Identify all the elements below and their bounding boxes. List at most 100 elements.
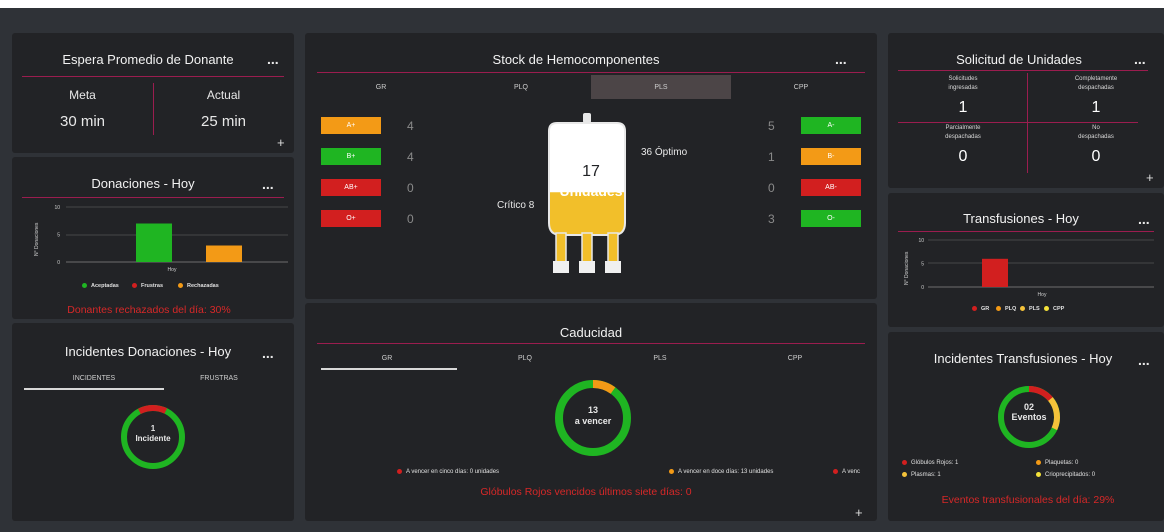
critico-text: Crítico 8: [497, 200, 534, 211]
incidentes-transfusiones-menu-icon[interactable]: ...: [1138, 352, 1150, 368]
critico-label: Crítico: [497, 200, 526, 211]
stock-title-line: [317, 72, 865, 73]
transfusiones-title: Transfusiones - Hoy: [963, 211, 1079, 226]
don-legend-dot: [82, 283, 87, 289]
blood-type-pill-abpos[interactable]: AB+: [321, 179, 381, 196]
solicitud-title-line: [898, 70, 1148, 71]
espera-menu-icon[interactable]: ...: [267, 51, 279, 67]
transfusiones-chart: N° Donaciones 10 5 0 Hoy: [904, 238, 1154, 298]
optimo-text: 36 Óptimo: [641, 147, 687, 158]
tr-legend-dot: [1044, 306, 1049, 312]
tr-legend-gr[interactable]: GR: [972, 306, 989, 312]
cad-tab-cpp[interactable]: CPP: [725, 355, 865, 362]
sol-cell2-line1: Completamente: [1074, 76, 1118, 82]
it-legend-pls-dot: [902, 472, 907, 477]
cad-tab-pls[interactable]: PLS: [590, 355, 730, 362]
caducidad-expand-icon[interactable]: +: [855, 505, 863, 520]
donaciones-ylabel: N° Donaciones: [34, 222, 40, 256]
sol-cell4-line2: despachadas: [1078, 134, 1114, 140]
blood-type-pill-bneg[interactable]: B-: [801, 148, 861, 165]
tr-legend-plq[interactable]: PLQ: [996, 306, 1016, 312]
blood-type-pill-apos[interactable]: A+: [321, 117, 381, 134]
actual-label: Actual: [206, 88, 241, 102]
transfusiones-menu-icon[interactable]: ...: [1138, 211, 1150, 227]
critico-value: 8: [528, 200, 535, 211]
blood-type-pill-bpos[interactable]: B+: [321, 148, 381, 165]
sol-cell3-line2: despachadas: [945, 134, 981, 140]
blood-type-pill-opos[interactable]: O+: [321, 210, 381, 227]
tr-legend-label: CPP: [1053, 306, 1065, 312]
cad-tab-gr[interactable]: GR: [317, 355, 457, 362]
blood-type-count: 0: [768, 181, 775, 195]
it-donut-label: Eventos: [1011, 412, 1047, 422]
donaciones-menu-icon[interactable]: ...: [262, 176, 274, 192]
don-legend-dot: [178, 283, 183, 289]
don-bar-rechazadas: [206, 245, 242, 262]
bag-cap-3: [605, 261, 621, 273]
incidentes-donut-label: Incidente: [135, 434, 171, 443]
don-ytick-0: 0: [57, 260, 60, 266]
stock-tab-cpp[interactable]: CPP: [731, 84, 871, 91]
tr-ytick-0: 0: [921, 285, 924, 291]
espera-expand-icon[interactable]: +: [277, 135, 285, 150]
tr-legend-dot: [1020, 306, 1025, 312]
caducidad-note: Glóbulos Rojos vencidos últimos siete dí…: [480, 486, 692, 498]
sol-cell2-line2: despachadas: [1078, 85, 1114, 91]
stock-tab-plq[interactable]: PLQ: [451, 84, 591, 91]
transfusiones-card: Transfusiones - Hoy ... N° Donaciones 10…: [888, 193, 1164, 327]
cad-legend-12d-dot: [669, 469, 674, 474]
caducidad-title-line: [317, 343, 865, 344]
blood-type-pill-abneg[interactable]: AB-: [801, 179, 861, 196]
blood-type-pill-oneg[interactable]: O-: [801, 210, 861, 227]
bag-label: Unidades: [559, 183, 623, 199]
bag-tube-2: [581, 232, 593, 264]
bag-cap-1: [553, 261, 569, 273]
sol-cell1-label: Solicitudes ingresadas: [898, 75, 1028, 93]
solicitud-expand-icon[interactable]: +: [1146, 170, 1154, 185]
don-legend-label: Aceptadas: [91, 283, 119, 289]
tab-incidentes[interactable]: INCIDENTES: [24, 375, 164, 382]
cad-legend-more-label: A venc: [842, 469, 861, 476]
caducidad-donut-number: 13: [587, 405, 598, 415]
incidentes-transfusiones-card: Incidentes Transfusiones - Hoy ... 02 Ev…: [888, 332, 1164, 521]
tr-legend-cpp[interactable]: CPP: [1044, 306, 1064, 312]
donaciones-chart: N° Donaciones 10 5 0 Hoy: [34, 205, 288, 273]
donaciones-note: Donantes rechazados del día: 30%: [67, 304, 231, 316]
don-legend-aceptadas[interactable]: Aceptadas: [82, 283, 119, 289]
caducidad-title: Caducidad: [559, 325, 623, 340]
sol-cell4-value: 0: [1091, 148, 1101, 165]
stock-tab-gr[interactable]: GR: [311, 84, 451, 91]
transfusiones-xlabel: Hoy: [1038, 292, 1047, 298]
blood-type-count: 0: [407, 212, 414, 226]
don-legend-rechazadas[interactable]: Rechazadas: [178, 283, 219, 289]
blood-type-count: 5: [768, 119, 775, 133]
sol-cell1-line1: Solicitudes: [948, 76, 978, 82]
it-legend-crio: Crioprecipitados: 0: [1036, 472, 1095, 478]
top-bar: [0, 0, 1164, 8]
sol-cell2-label: Completamente despachadas: [1028, 75, 1164, 93]
solicitud-hdivider: [898, 122, 1138, 123]
solicitud-menu-icon[interactable]: ...: [1134, 51, 1146, 67]
it-legend-gr: Glóbulos Rojos: 1: [902, 460, 958, 466]
tab-frustras[interactable]: FRUSTRAS: [154, 375, 284, 382]
tr-legend-pls[interactable]: PLS: [1020, 306, 1040, 312]
tr-legend-label: PLQ: [1005, 306, 1017, 312]
stock-tab-pls[interactable]: PLS: [591, 84, 731, 91]
don-legend-label: Rechazadas: [187, 283, 219, 289]
cad-legend-5d: A vencer en cinco días: 0 unidades: [397, 469, 499, 475]
tr-ytick-10: 10: [918, 238, 924, 244]
stock-menu-icon[interactable]: ...: [835, 51, 847, 67]
blood-type-pill-aneg[interactable]: A-: [801, 117, 861, 134]
donaciones-card: Donaciones - Hoy ... N° Donaciones 10 5 0 …: [12, 157, 294, 319]
meta-value: 30 min: [59, 113, 106, 130]
cad-tab-plq[interactable]: PLQ: [455, 355, 595, 362]
transfusiones-title-line: [898, 231, 1154, 232]
cad-legend-12d-label: A vencer en doce días: 13 unidades: [678, 469, 774, 476]
donaciones-title-line: [22, 197, 284, 198]
incidentes-donaciones-menu-icon[interactable]: ...: [262, 345, 274, 361]
don-legend-frustras[interactable]: Frustras: [132, 283, 163, 289]
actual-value: 25 min: [200, 113, 247, 130]
it-donut-number: 02: [1023, 402, 1034, 412]
transfusiones-legend: GR PLQ PLS CPP: [972, 306, 1152, 316]
blood-type-count: 3: [768, 212, 775, 226]
